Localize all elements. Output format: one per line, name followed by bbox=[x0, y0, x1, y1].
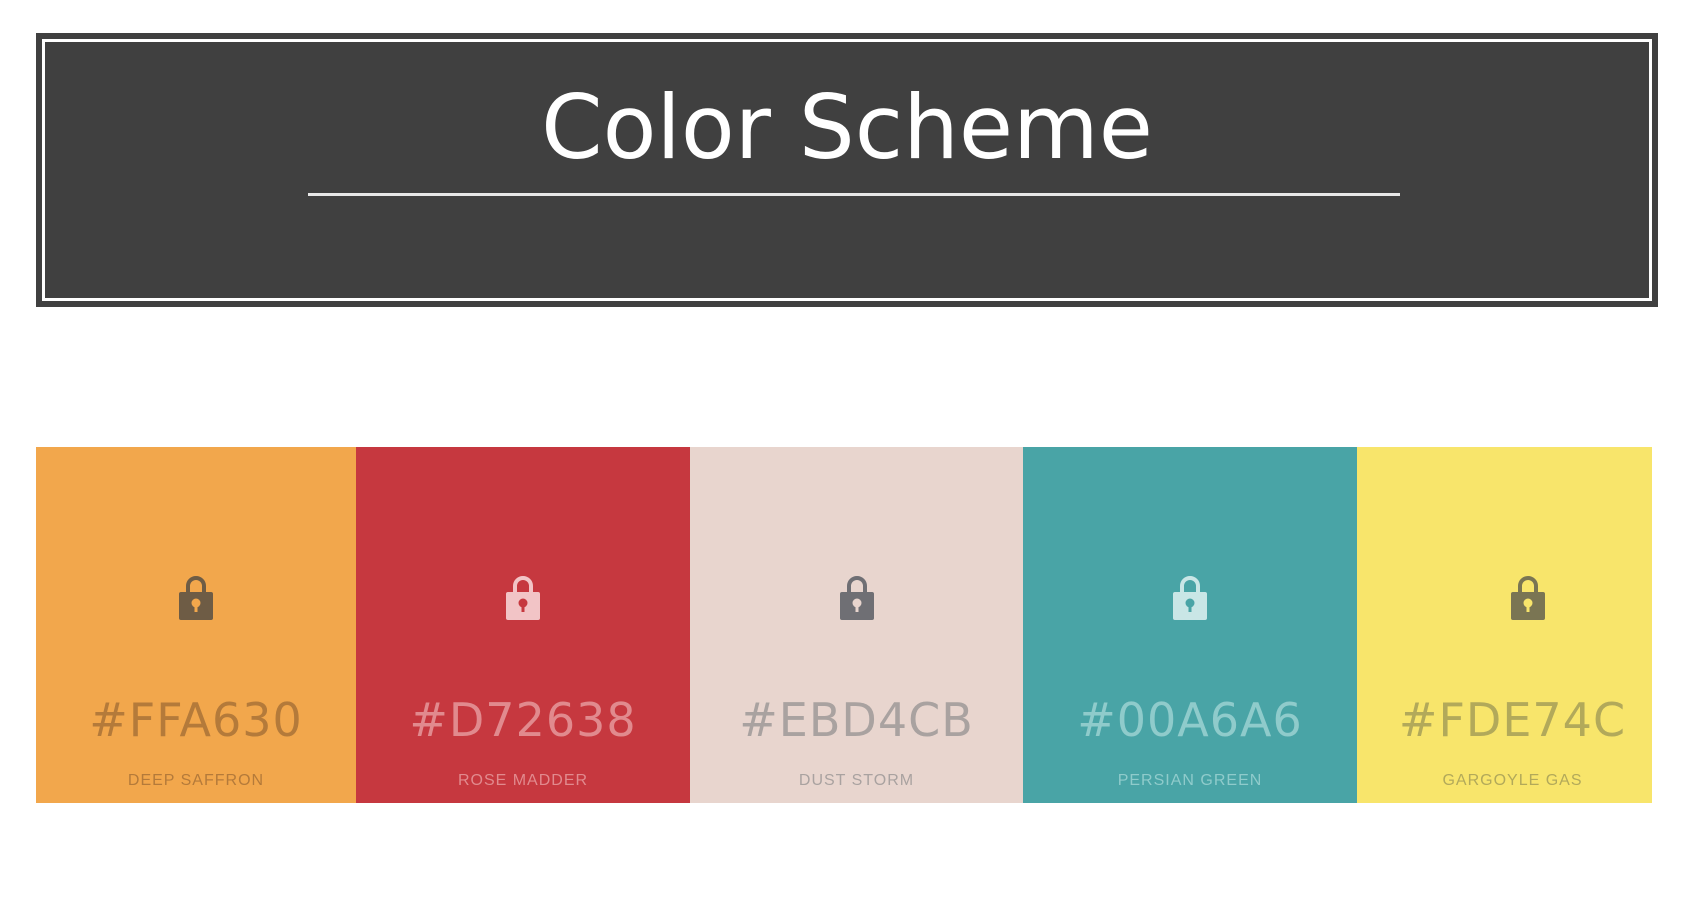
lock-shackle bbox=[1518, 576, 1539, 594]
color-name: DUST STORM bbox=[798, 772, 915, 789]
lock-icon[interactable] bbox=[839, 574, 874, 620]
hex-code: #00A6A6 bbox=[1077, 693, 1303, 747]
title-banner-inner: Color Scheme bbox=[42, 39, 1652, 301]
lock-shackle bbox=[1180, 576, 1200, 594]
lock-icon[interactable] bbox=[179, 574, 213, 620]
swatch-gargoyle-gas[interactable]: #FDE74C GARGOYLE GAS bbox=[1357, 447, 1652, 803]
lock-keyhole-slot bbox=[855, 604, 858, 612]
lock-keyhole-slot bbox=[1188, 604, 1192, 612]
swatch-persian-green[interactable]: #00A6A6 PERSIAN GREEN bbox=[1023, 447, 1357, 803]
lock-shackle bbox=[513, 576, 533, 594]
hex-code: #FDE74C bbox=[1398, 693, 1627, 747]
lock-shackle bbox=[846, 576, 867, 594]
color-palette: #FFA630 DEEP SAFFRON #D72638 ROSE MADDER… bbox=[36, 447, 1652, 803]
lock-shackle bbox=[186, 576, 206, 594]
hex-code: #FFA630 bbox=[89, 693, 303, 747]
lock-icon[interactable] bbox=[506, 574, 540, 620]
title-underline bbox=[308, 193, 1400, 196]
swatch-dust-storm[interactable]: #EBD4CB DUST STORM bbox=[690, 447, 1023, 803]
lock-keyhole-slot bbox=[521, 604, 525, 612]
lock-icon[interactable] bbox=[1173, 574, 1207, 620]
color-name: GARGOYLE GAS bbox=[1442, 772, 1583, 789]
color-name: ROSE MADDER bbox=[457, 772, 589, 789]
page-title: Color Scheme bbox=[541, 76, 1153, 179]
swatch-rose-madder[interactable]: #D72638 ROSE MADDER bbox=[356, 447, 690, 803]
color-name: PERSIAN GREEN bbox=[1117, 772, 1263, 789]
color-name: DEEP SAFFRON bbox=[127, 772, 265, 789]
hex-code: #EBD4CB bbox=[739, 693, 974, 747]
hex-code: #D72638 bbox=[409, 693, 637, 747]
swatch-deep-saffron[interactable]: #FFA630 DEEP SAFFRON bbox=[36, 447, 356, 803]
lock-icon[interactable] bbox=[1511, 574, 1546, 620]
lock-keyhole-slot bbox=[1526, 604, 1530, 612]
title-banner: Color Scheme bbox=[36, 33, 1658, 307]
lock-keyhole-slot bbox=[194, 604, 198, 612]
